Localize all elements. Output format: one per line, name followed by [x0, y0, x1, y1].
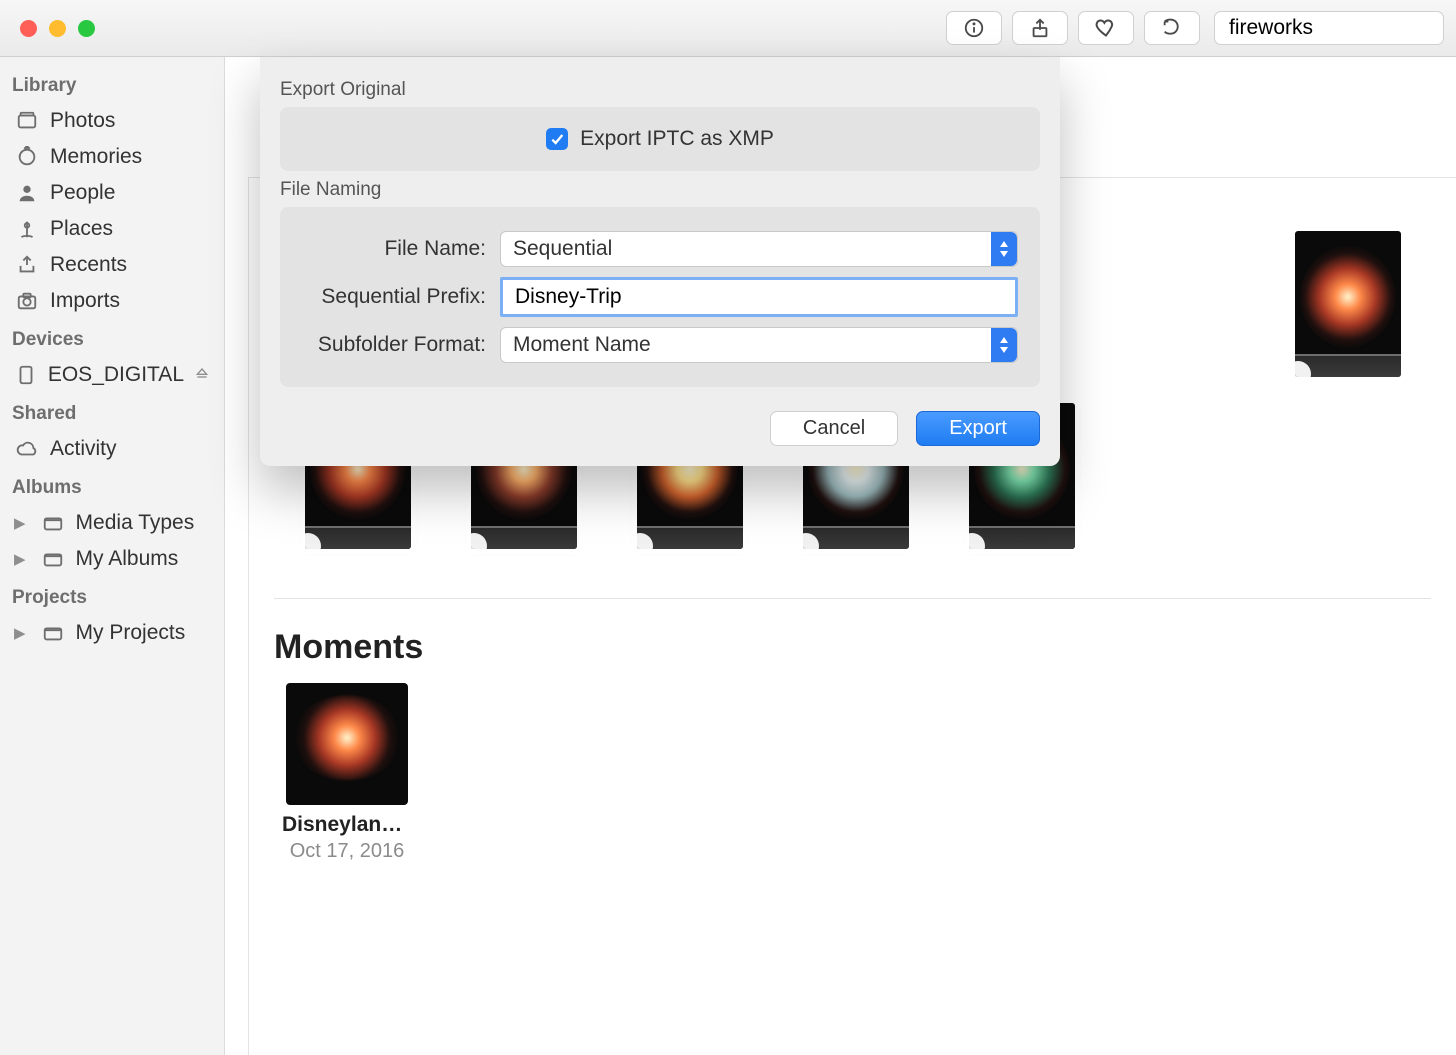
sidebar-section-albums: Albums — [12, 477, 212, 499]
chevron-right-icon[interactable]: ▶ — [14, 624, 26, 642]
export-iptc-checkbox[interactable] — [546, 128, 568, 150]
sidebar-item-label: EOS_DIGITAL — [48, 363, 184, 387]
moment-card[interactable]: Disneyland… Oct 17, 2016 — [282, 683, 412, 863]
file-name-value: Sequential — [513, 237, 612, 261]
sidebar-section-shared: Shared — [12, 403, 212, 425]
memories-icon — [14, 146, 40, 168]
export-original-panel: Export IPTC as XMP — [280, 107, 1040, 171]
export-iptc-label: Export IPTC as XMP — [580, 127, 774, 151]
eject-icon[interactable] — [194, 363, 210, 387]
section-label-export-original: Export Original — [280, 79, 1040, 101]
search-input[interactable] — [1229, 16, 1456, 40]
sidebar-item-my-albums[interactable]: ▶ My Albums — [10, 541, 214, 577]
file-naming-panel: File Name: Sequential Sequential Prefix:… — [280, 207, 1040, 387]
divider — [274, 598, 1431, 599]
info-button[interactable] — [946, 11, 1002, 45]
sidebar: Library Photos Memories People Places Re… — [0, 57, 225, 1055]
sidebar-item-places[interactable]: Places — [10, 211, 214, 247]
sidebar-item-media-types[interactable]: ▶ Media Types — [10, 505, 214, 541]
sidebar-item-label: Imports — [50, 289, 210, 313]
section-label-file-naming: File Naming — [280, 179, 1040, 201]
moment-title: Disneyland… — [282, 813, 412, 837]
sidebar-item-label: Places — [50, 217, 210, 241]
folder-icon — [40, 622, 66, 644]
favorite-button[interactable] — [1078, 11, 1134, 45]
sidebar-section-library: Library — [12, 75, 212, 97]
sidebar-item-recents[interactable]: Recents — [10, 247, 214, 283]
folder-icon — [40, 548, 66, 570]
folder-icon — [40, 512, 66, 534]
sidebar-item-label: Photos — [50, 109, 210, 133]
subfolder-format-value: Moment Name — [513, 333, 651, 357]
subfolder-format-select[interactable]: Moment Name — [500, 327, 1018, 363]
export-button[interactable]: Export — [916, 411, 1040, 446]
moment-date: Oct 17, 2016 — [282, 840, 412, 863]
moment-thumbnail — [286, 683, 408, 805]
sidebar-item-label: My Albums — [76, 547, 210, 571]
sequential-prefix-label: Sequential Prefix: — [302, 285, 500, 309]
sidebar-section-devices: Devices — [12, 329, 212, 351]
sidebar-item-memories[interactable]: Memories — [10, 139, 214, 175]
sidebar-item-people[interactable]: People — [10, 175, 214, 211]
window-controls — [20, 20, 95, 37]
recents-icon — [14, 254, 40, 276]
sidebar-item-activity[interactable]: Activity — [10, 431, 214, 467]
rotate-button[interactable] — [1144, 11, 1200, 45]
search-field[interactable]: ✕ — [1214, 11, 1444, 45]
photo-thumbnail[interactable] — [1295, 231, 1401, 377]
minimize-window-button[interactable] — [49, 20, 66, 37]
sidebar-section-projects: Projects — [12, 587, 212, 609]
sidebar-item-device[interactable]: EOS_DIGITAL — [10, 357, 214, 393]
sidebar-item-label: Activity — [50, 437, 210, 461]
sidebar-item-imports[interactable]: Imports — [10, 283, 214, 319]
places-icon — [14, 218, 40, 240]
sequential-prefix-input[interactable] — [500, 277, 1018, 317]
file-name-select[interactable]: Sequential — [500, 231, 1018, 267]
select-chevrons-icon — [991, 328, 1017, 362]
sidebar-item-label: People — [50, 181, 210, 205]
people-icon — [14, 182, 40, 204]
device-icon — [14, 364, 38, 386]
photos-icon — [14, 110, 40, 132]
chevron-right-icon[interactable]: ▶ — [14, 514, 26, 532]
sidebar-item-label: My Projects — [76, 621, 210, 645]
sidebar-item-label: Recents — [50, 253, 210, 277]
share-button[interactable] — [1012, 11, 1068, 45]
titlebar: ✕ — [0, 0, 1456, 57]
file-name-label: File Name: — [302, 237, 500, 261]
sidebar-item-my-projects[interactable]: ▶ My Projects — [10, 615, 214, 651]
cancel-button[interactable]: Cancel — [770, 411, 898, 446]
sidebar-item-photos[interactable]: Photos — [10, 103, 214, 139]
close-window-button[interactable] — [20, 20, 37, 37]
subfolder-format-label: Subfolder Format: — [302, 333, 500, 357]
moments-heading: Moments — [274, 628, 423, 667]
sidebar-item-label: Memories — [50, 145, 210, 169]
imports-icon — [14, 290, 40, 312]
select-chevrons-icon — [991, 232, 1017, 266]
cloud-icon — [14, 438, 40, 460]
sidebar-item-label: Media Types — [76, 511, 210, 535]
chevron-right-icon[interactable]: ▶ — [14, 550, 26, 568]
export-dialog: Export Original Export IPTC as XMP File … — [260, 57, 1060, 466]
fullscreen-window-button[interactable] — [78, 20, 95, 37]
